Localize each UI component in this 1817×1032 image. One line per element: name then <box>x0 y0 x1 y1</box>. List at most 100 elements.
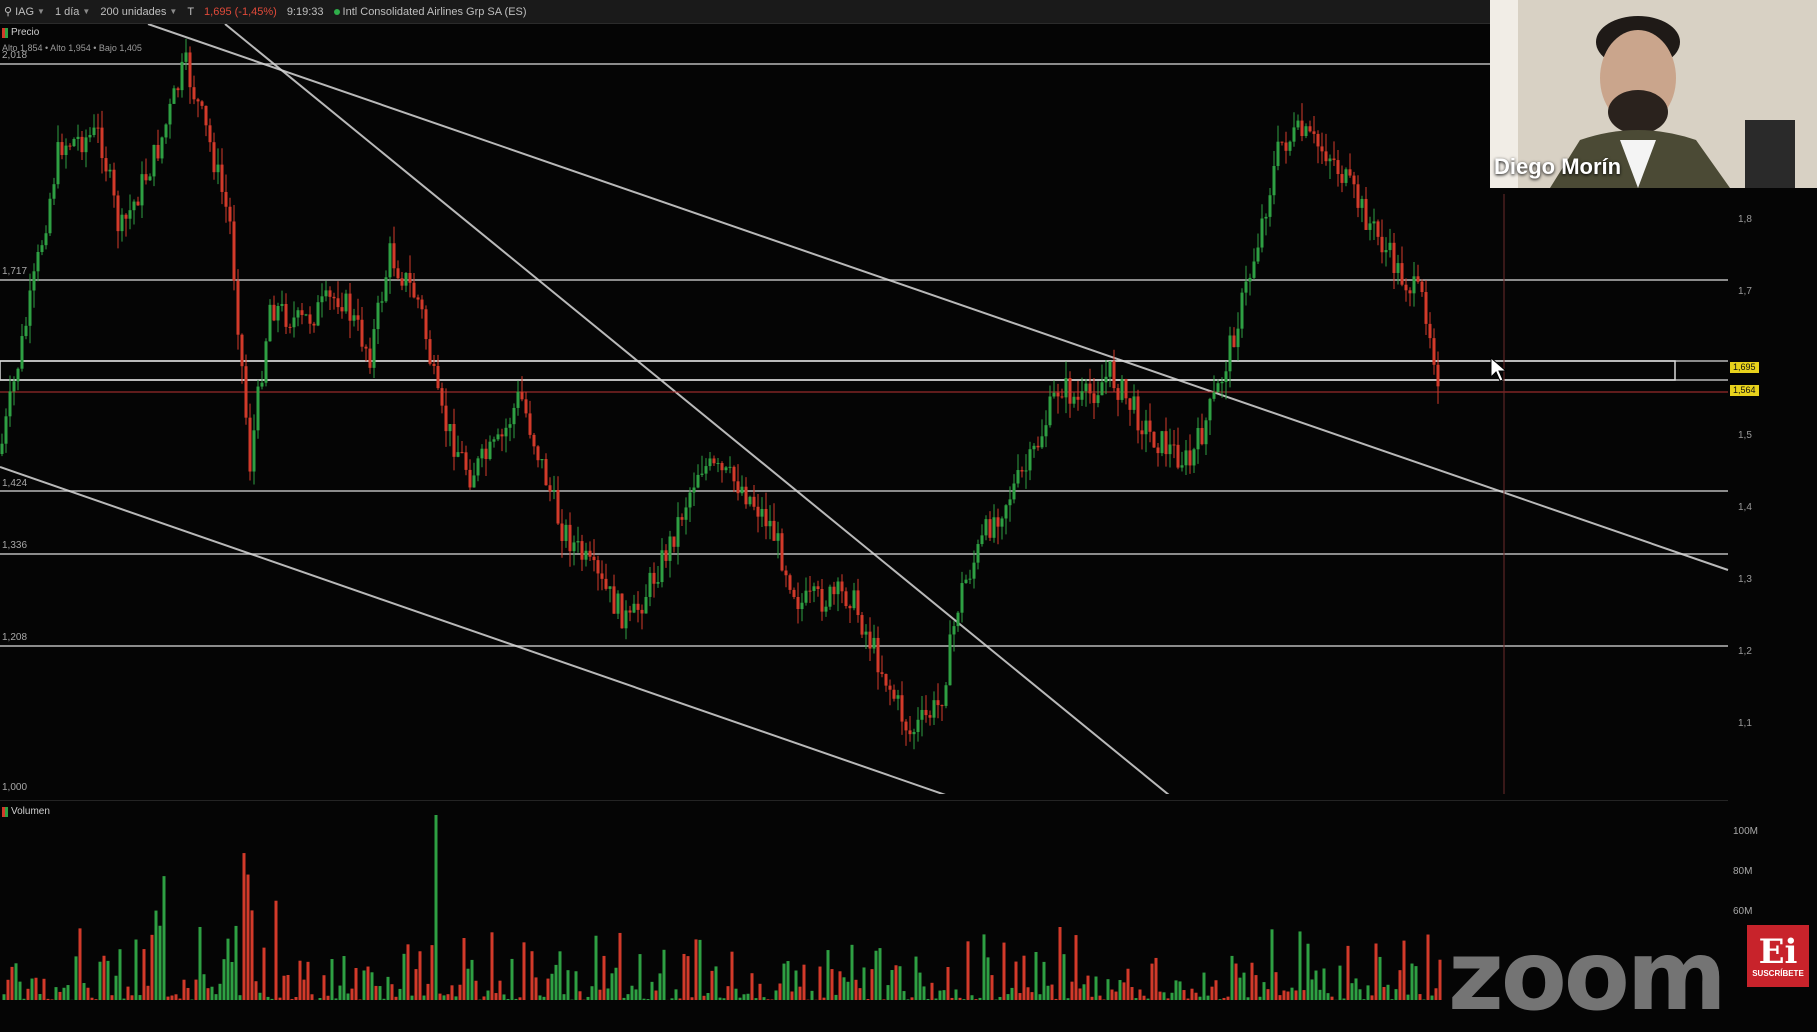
candle-body <box>413 283 416 298</box>
candle-body <box>933 700 936 718</box>
candle-body <box>1205 420 1208 444</box>
volume-bar <box>83 983 86 1000</box>
candle-body <box>969 579 972 580</box>
volume-bar <box>107 961 110 1000</box>
candle-body <box>281 304 284 306</box>
candle-body <box>37 252 40 271</box>
candle-body <box>1153 432 1156 448</box>
candle-body <box>709 458 712 466</box>
candle-body <box>1273 166 1276 195</box>
volume-bar <box>731 952 734 1000</box>
volume-bar <box>923 986 926 1000</box>
units-selector[interactable]: 200 unidades ▼ <box>100 6 177 18</box>
candle-body <box>1029 449 1032 470</box>
timeframe-selector[interactable]: 1 día ▼ <box>55 6 90 18</box>
volume-bar <box>139 995 142 1000</box>
volume-bar <box>63 988 66 1000</box>
candle-body <box>1021 470 1024 471</box>
symbol-icon: ⚲ <box>4 5 12 18</box>
candle-body <box>493 439 496 441</box>
volume-bar <box>1035 952 1038 1000</box>
candle-body <box>1001 518 1004 526</box>
volume-bar <box>1015 962 1018 1000</box>
volume-bar <box>1139 989 1142 1000</box>
volume-bar <box>811 991 814 1000</box>
candle-body <box>513 408 516 424</box>
candle-body <box>477 458 480 475</box>
volume-bar <box>407 944 410 1000</box>
level-label: 1,208 <box>2 632 27 643</box>
price-chart[interactable] <box>0 24 1740 794</box>
volume-bar <box>555 965 558 1000</box>
candle-body <box>149 176 152 180</box>
candle-body <box>117 195 120 231</box>
volume-bar <box>427 984 430 1000</box>
volume-bar <box>343 956 346 1000</box>
volume-bar <box>487 991 490 1000</box>
candle-body <box>993 517 996 538</box>
candle-body <box>205 106 208 125</box>
volume-bar <box>751 973 754 1000</box>
volume-axis-tick: 60M <box>1733 906 1752 917</box>
candle-body <box>1233 335 1236 347</box>
candle-body <box>161 137 164 158</box>
volume-bar <box>1163 992 1166 1000</box>
symbol-selector[interactable]: ⚲ IAG ▼ <box>4 5 45 18</box>
candle-body <box>825 607 828 612</box>
candle-body <box>1057 393 1060 397</box>
candle-body <box>1297 121 1300 128</box>
volume-bar <box>511 959 514 1000</box>
candle-body <box>689 493 692 508</box>
volume-bar <box>1059 927 1062 1000</box>
candle-body <box>1389 243 1392 250</box>
candle-body <box>361 320 364 347</box>
volume-bar <box>135 940 138 1000</box>
volume-bar <box>15 963 18 1000</box>
candle-body <box>1329 158 1332 161</box>
volume-bar <box>1063 954 1066 1000</box>
candle-body <box>181 62 184 90</box>
candle-body <box>1109 361 1112 377</box>
chevron-down-icon: ▼ <box>37 7 45 16</box>
volume-bar <box>1279 995 1282 1000</box>
candle-body <box>989 519 992 538</box>
volume-bar <box>1387 985 1390 1000</box>
candle-body <box>1425 292 1428 324</box>
candle-body <box>405 273 408 286</box>
volume-bar <box>1411 964 1414 1000</box>
candle-body <box>137 202 140 206</box>
volume-bar <box>695 939 698 1000</box>
candle-body <box>725 467 728 470</box>
candle-body <box>809 591 812 592</box>
webcam-video: Diego Morín <box>1490 0 1817 188</box>
candle-body <box>761 509 764 517</box>
candle-body <box>365 347 368 349</box>
candle-body <box>377 303 380 329</box>
candle-body <box>293 318 296 328</box>
candle-body <box>1309 126 1312 131</box>
volume-bar <box>1319 990 1322 1000</box>
volume-bar <box>411 996 414 1000</box>
candle-body <box>385 277 388 301</box>
trade-button[interactable]: T <box>187 6 194 18</box>
candle-body <box>1421 282 1424 292</box>
volume-bar <box>327 996 330 1000</box>
candle-body <box>453 424 456 457</box>
volume-bar <box>947 967 950 1000</box>
candle-body <box>25 326 28 336</box>
volume-bar <box>415 969 418 1000</box>
candle-body <box>397 268 400 278</box>
volume-bar <box>703 996 706 1000</box>
subscribe-logo[interactable]: Ei SUSCRÍBETE <box>1747 925 1809 987</box>
candle-body <box>585 551 588 560</box>
volume-bar <box>1119 980 1122 1000</box>
volume-bar <box>1027 987 1030 1000</box>
volume-bar <box>879 948 882 1000</box>
candle-body <box>77 137 80 139</box>
candle-body <box>845 591 848 606</box>
candle-body <box>129 210 132 219</box>
volume-bar <box>387 977 390 1000</box>
volume-bar <box>831 969 834 1000</box>
candle-body <box>1129 398 1132 410</box>
volume-bar <box>347 994 350 1000</box>
